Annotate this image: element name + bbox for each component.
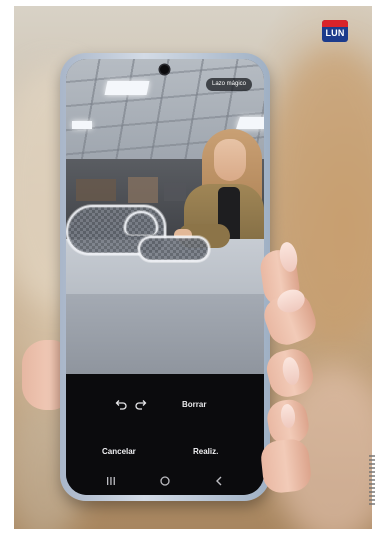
front-camera-icon <box>160 65 169 74</box>
done-button[interactable]: Realiz. <box>193 447 218 456</box>
recents-icon[interactable] <box>104 474 118 486</box>
wall-panel <box>76 179 116 201</box>
redo-icon[interactable] <box>134 398 148 412</box>
lasso-selection-right[interactable] <box>138 236 210 262</box>
lun-logo: LUN <box>322 20 348 42</box>
logo-red-band <box>322 20 348 27</box>
back-icon[interactable] <box>212 474 226 486</box>
cancel-button[interactable]: Cancelar <box>102 447 136 456</box>
home-icon[interactable] <box>158 474 172 486</box>
photo-credit-mark <box>369 455 375 505</box>
ceiling-light <box>104 81 150 95</box>
wall-panel <box>164 183 186 201</box>
hand-finger <box>259 437 313 495</box>
camera-preview[interactable]: Lazo mágico <box>66 59 264 374</box>
ceiling-light <box>236 117 264 129</box>
edit-controls: Borrar Cancelar Realiz. <box>66 374 264 495</box>
phone-screen: Lazo mágico Borrar Cancelar Realiz. <box>66 59 264 495</box>
erase-button[interactable]: Borrar <box>182 400 206 409</box>
logo-text: LUN <box>325 28 345 38</box>
lasso-mode-chip[interactable]: Lazo mágico <box>206 78 253 91</box>
person-face <box>214 139 246 181</box>
photo-stage: LUN Lazo mágico Borrar Cancelar Realiz. <box>0 0 379 533</box>
undo-icon[interactable] <box>114 398 128 412</box>
table-edge <box>66 294 264 374</box>
ceiling-light <box>72 121 92 129</box>
wall-panel <box>128 177 158 203</box>
